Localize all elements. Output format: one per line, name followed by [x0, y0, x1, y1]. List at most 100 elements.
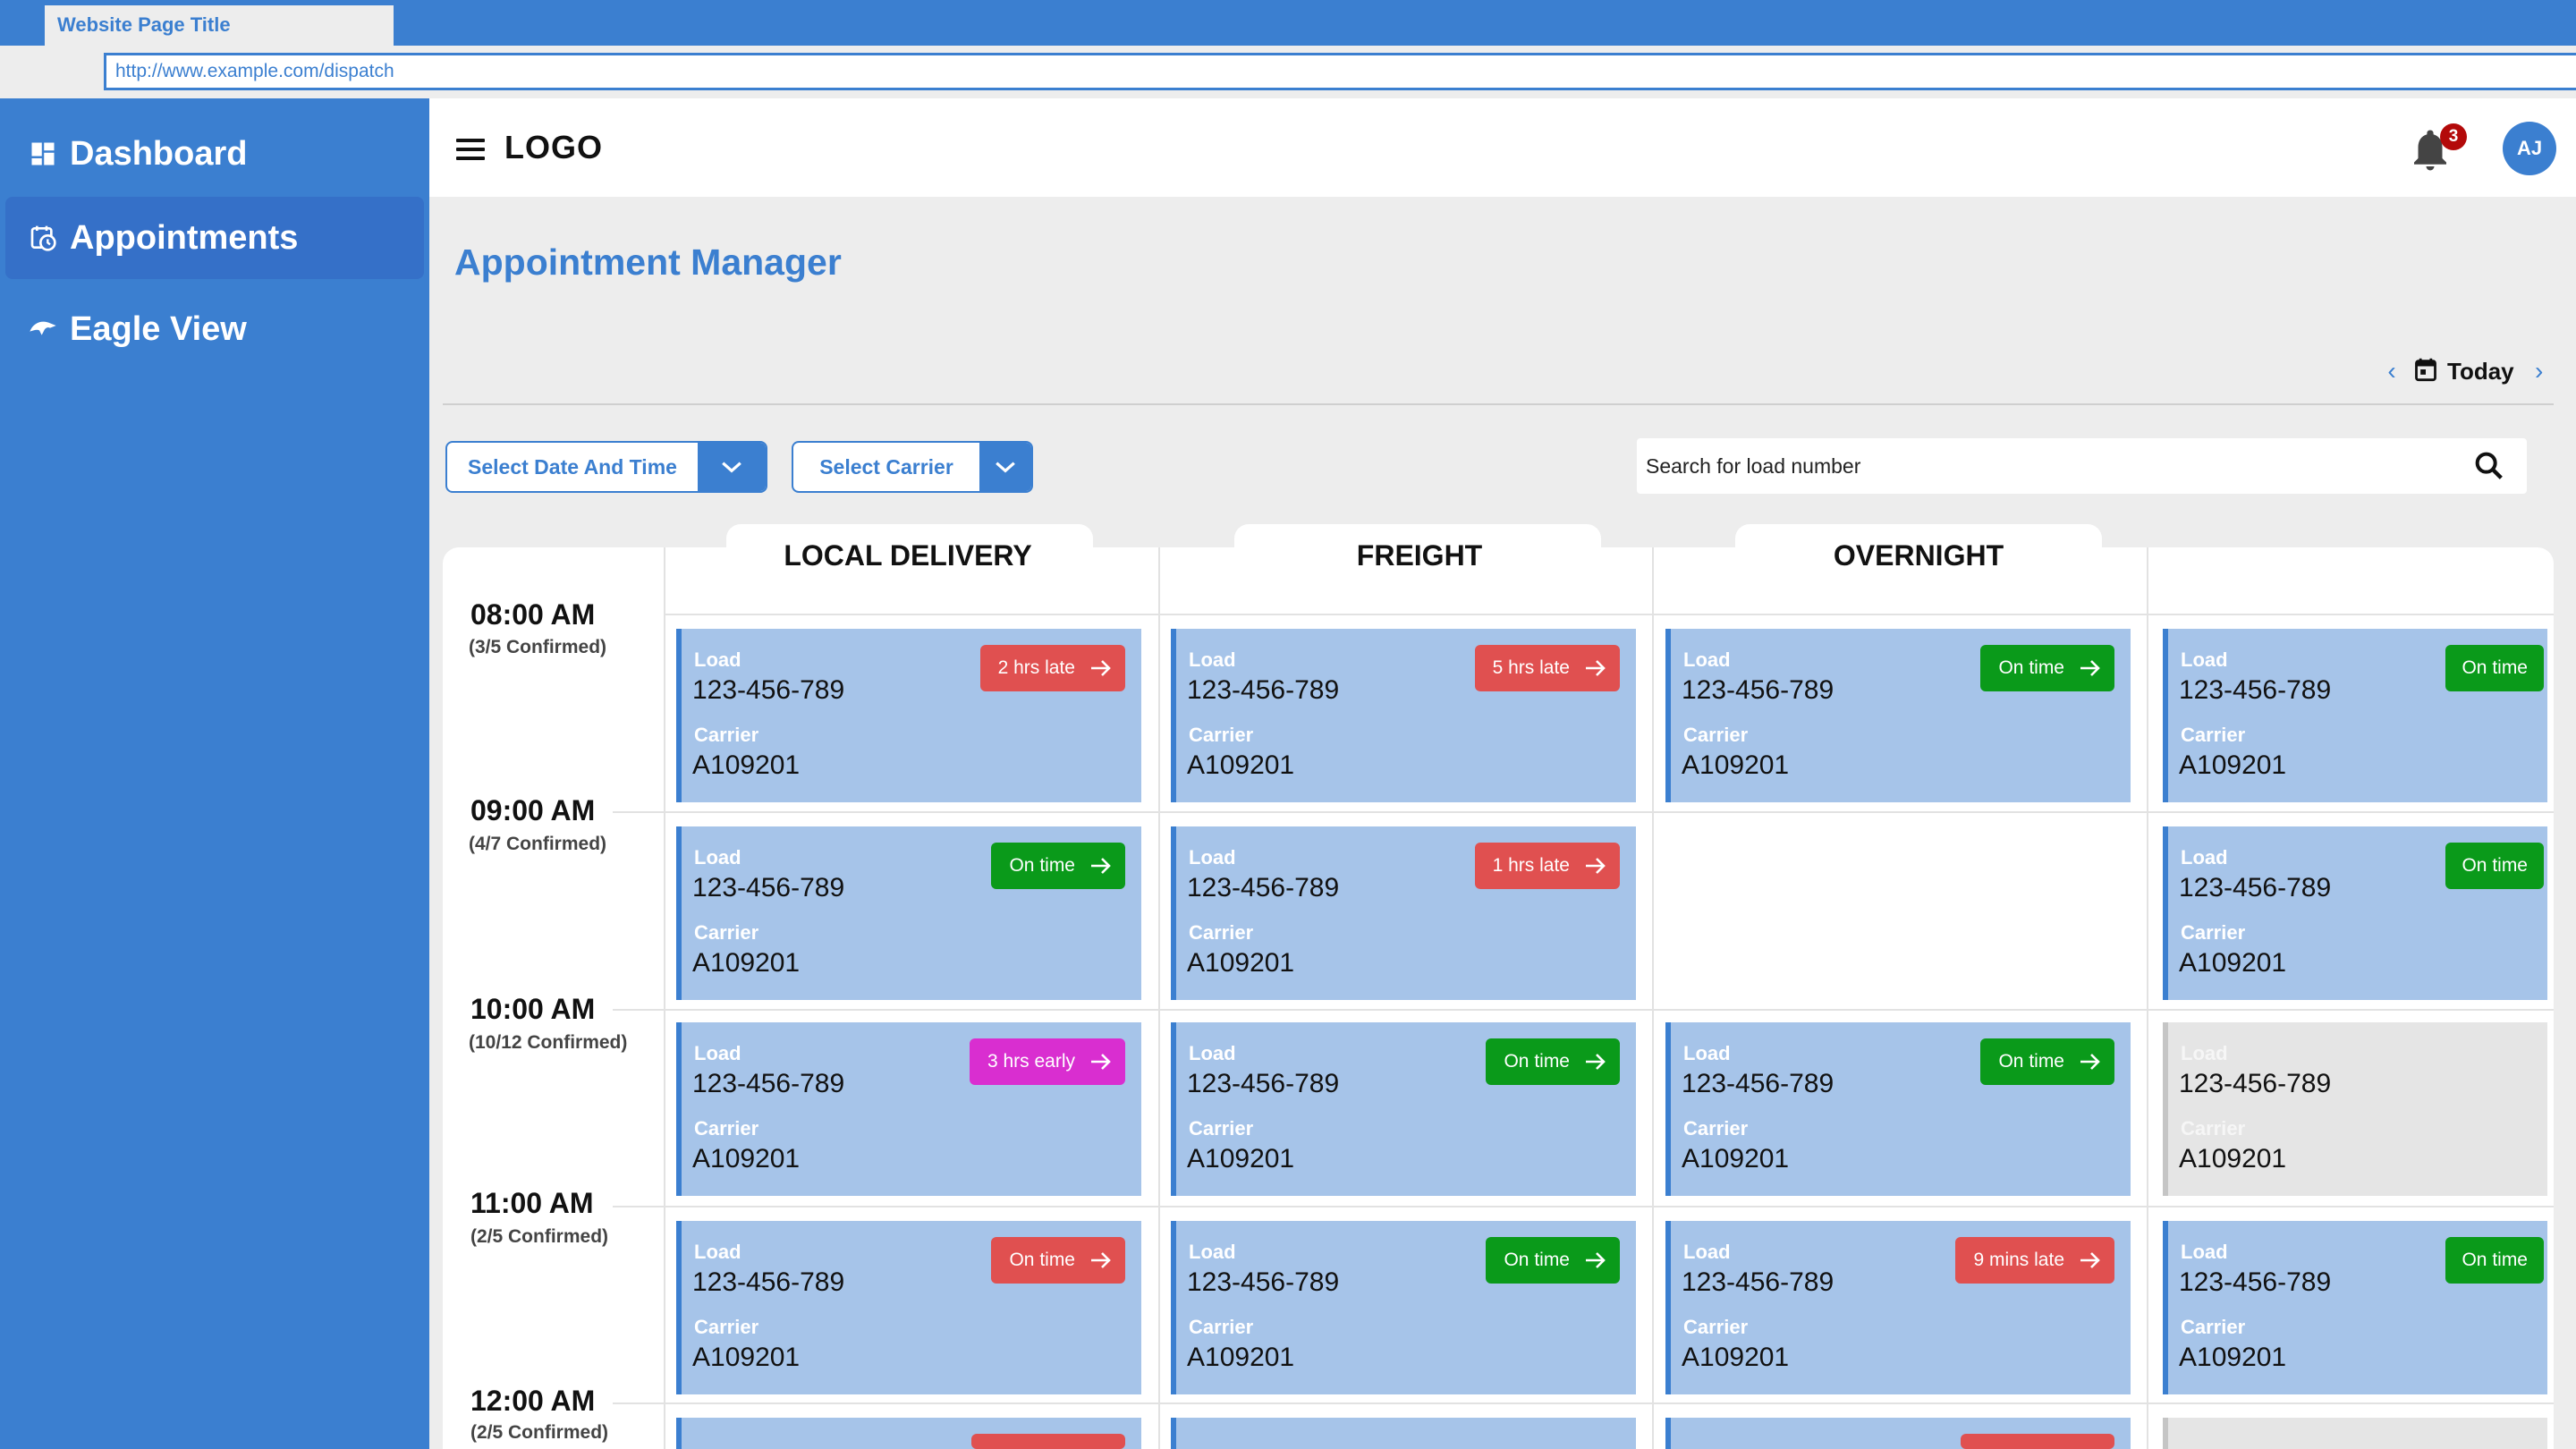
- carrier-id: A109201: [1682, 1144, 1790, 1174]
- carrier-label: Carrier: [1683, 1316, 1749, 1338]
- load-label: Load: [694, 1241, 741, 1263]
- confirmed-count: (4/7 Confirmed): [469, 834, 607, 854]
- status-text: 9 mins late: [1973, 1250, 2064, 1270]
- search-icon[interactable]: [2471, 448, 2507, 484]
- load-number: 123-456-789: [1187, 1069, 1340, 1098]
- chevron-down-icon[interactable]: [979, 443, 1031, 491]
- appointment-card[interactable]: [1171, 1418, 1636, 1449]
- load-label: Load: [1683, 648, 1731, 671]
- status-badge[interactable]: On time: [2445, 843, 2544, 889]
- menu-icon[interactable]: [456, 139, 485, 160]
- status-text: 5 hrs late: [1492, 657, 1570, 678]
- grid-line: [2147, 547, 2148, 1449]
- carrier-id: A109201: [692, 1343, 801, 1372]
- carrier-id: A109201: [2179, 750, 2287, 780]
- status-badge[interactable]: On time: [1980, 645, 2114, 691]
- carrier-id: A109201: [2179, 1144, 2287, 1174]
- arrow-right-icon: [1586, 660, 1606, 676]
- status-badge[interactable]: 2 hrs late: [979, 645, 1125, 691]
- status-badge[interactable]: On time: [991, 843, 1125, 889]
- date-time-select-label: Select Date And Time: [468, 454, 677, 479]
- chevron-right-icon[interactable]: ›: [2527, 357, 2552, 386]
- appointment-card[interactable]: Load 123-456-789 Carrier A109201 On time: [1171, 1221, 1636, 1394]
- appointment-card[interactable]: Load 123-456-789 Carrier A109201 2 hrs l…: [676, 629, 1141, 802]
- divider: [443, 403, 2554, 405]
- appointment-card[interactable]: Load 123-456-789 Carrier A109201 On time: [676, 826, 1141, 1000]
- status-badge[interactable]: 1 hrs late: [1474, 843, 1620, 889]
- status-badge[interactable]: On time: [1980, 1038, 2114, 1085]
- time-slot-label: 12:00 AM: [470, 1385, 596, 1417]
- sidebar: Dashboard Appointments Eagle View: [0, 98, 429, 1449]
- carrier-label: Carrier: [1189, 724, 1254, 746]
- appointment-card[interactable]: Load 123-456-789 Carrier A109201 9 mins …: [1665, 1221, 2131, 1394]
- avatar[interactable]: AJ: [2503, 122, 2556, 175]
- load-label: Load: [2181, 648, 2228, 671]
- browser-titlebar: Website Page Title: [0, 0, 2576, 46]
- status-text: On time: [2462, 657, 2528, 678]
- carrier-id: A109201: [1187, 948, 1295, 978]
- appointment-card[interactable]: Load 123-456-789 Carrier A109201 On time: [2163, 1221, 2547, 1394]
- grid-line: [613, 1009, 2554, 1011]
- time-slot-label: 09:00 AM: [470, 794, 596, 826]
- load-number: 123-456-789: [1682, 675, 1835, 705]
- status-badge[interactable]: [1961, 1434, 2114, 1449]
- appointment-card[interactable]: Load 123-456-789 Carrier A109201 On time: [676, 1221, 1141, 1394]
- load-number: 123-456-789: [692, 675, 845, 705]
- appointment-card[interactable]: Load 123-456-789 Carrier A109201 3 hrs e…: [676, 1022, 1141, 1196]
- carrier-select[interactable]: Select Carrier: [792, 441, 1033, 493]
- chevron-down-icon[interactable]: [698, 443, 766, 491]
- date-time-select[interactable]: Select Date And Time: [445, 441, 767, 493]
- status-badge[interactable]: On time: [2445, 1237, 2544, 1284]
- load-number: 123-456-789: [2179, 675, 2332, 705]
- status-badge[interactable]: On time: [991, 1237, 1125, 1284]
- search-input[interactable]: [1646, 453, 2471, 479]
- carrier-label: Carrier: [1189, 1117, 1254, 1140]
- status-badge[interactable]: [971, 1434, 1125, 1449]
- appointment-card[interactable]: Load 123-456-789 Carrier A109201 5 hrs l…: [1171, 629, 1636, 802]
- url-input[interactable]: http://www.example.com/dispatch: [104, 53, 2576, 90]
- sidebar-item-appointments[interactable]: Appointments: [5, 197, 424, 279]
- grid-line: [613, 1402, 2554, 1404]
- status-badge[interactable]: 5 hrs late: [1474, 645, 1620, 691]
- load-label: Load: [2181, 1241, 2228, 1263]
- load-label: Load: [1189, 846, 1236, 869]
- appointment-card[interactable]: Load 123-456-789 Carrier A109201 On time: [1665, 629, 2131, 802]
- logo[interactable]: LOGO: [504, 129, 603, 166]
- load-label: Load: [2181, 1042, 2228, 1064]
- arrow-right-icon: [1091, 1054, 1111, 1070]
- appointment-card[interactable]: Load 123-456-789 Carrier A109201 On time: [2163, 826, 2547, 1000]
- arrow-right-icon: [1586, 858, 1606, 874]
- confirmed-count: (3/5 Confirmed): [469, 637, 607, 657]
- status-text: On time: [1998, 1051, 2064, 1072]
- appointment-card[interactable]: Load 123-456-789 Carrier A109201 On time: [2163, 629, 2547, 802]
- appointment-card[interactable]: Load 123-456-789 Carrier A109201 On time: [1665, 1022, 2131, 1196]
- confirmed-count: (2/5 Confirmed): [470, 1226, 609, 1247]
- load-number: 123-456-789: [2179, 1069, 2332, 1098]
- eagle-icon: [27, 313, 59, 345]
- status-badge[interactable]: 9 mins late: [1955, 1237, 2114, 1284]
- arrow-right-icon: [1091, 1252, 1111, 1268]
- sidebar-item-dashboard[interactable]: Dashboard: [5, 113, 424, 195]
- load-label: Load: [1189, 648, 1236, 671]
- status-badge[interactable]: On time: [1486, 1237, 1620, 1284]
- appointment-card[interactable]: [1665, 1418, 2131, 1449]
- carrier-label: Carrier: [1189, 1316, 1254, 1338]
- load-label: Load: [1189, 1241, 1236, 1263]
- today-label[interactable]: Today: [2447, 358, 2514, 386]
- sidebar-item-eagle-view[interactable]: Eagle View: [5, 288, 424, 370]
- arrow-right-icon: [1586, 1252, 1606, 1268]
- status-badge[interactable]: On time: [2445, 645, 2544, 691]
- browser-tab[interactable]: Website Page Title: [45, 5, 394, 46]
- status-badge[interactable]: 3 hrs early: [969, 1038, 1125, 1085]
- appointment-card[interactable]: [676, 1418, 1141, 1449]
- carrier-label: Carrier: [694, 1117, 759, 1140]
- chevron-left-icon[interactable]: ‹: [2379, 357, 2404, 386]
- status-text: On time: [1009, 855, 1075, 876]
- appointment-card[interactable]: Load 123-456-789 Carrier A109201 On time: [1171, 1022, 1636, 1196]
- sidebar-item-label: Appointments: [70, 218, 299, 257]
- status-badge[interactable]: On time: [1486, 1038, 1620, 1085]
- appointment-card[interactable]: Load 123-456-789 Carrier A109201 1 hrs l…: [1171, 826, 1636, 1000]
- load-number: 123-456-789: [2179, 1267, 2332, 1297]
- calendar-clock-icon: [27, 222, 59, 254]
- status-text: 3 hrs early: [987, 1051, 1075, 1072]
